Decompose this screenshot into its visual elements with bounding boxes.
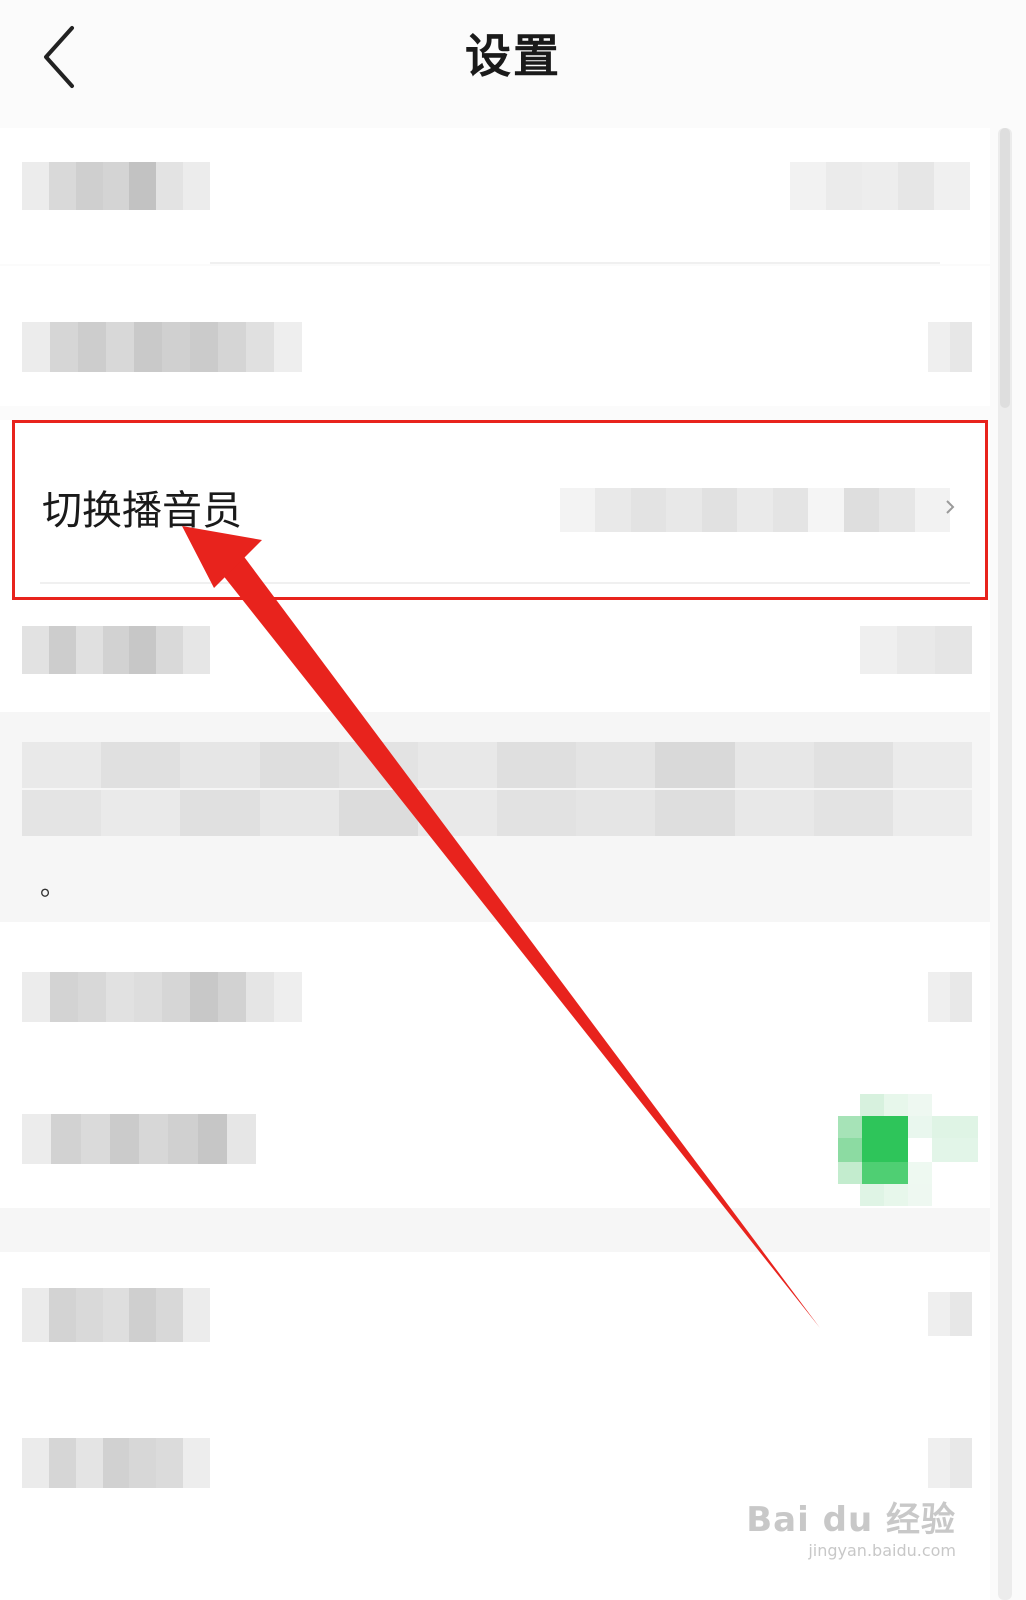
blurred-arrow — [928, 1438, 972, 1488]
blurred-description-line — [22, 790, 973, 836]
page-title: 设置 — [465, 29, 561, 83]
switch-announcer-label: 切换播音员 — [42, 488, 242, 534]
blurred-label — [22, 1114, 256, 1164]
chevron-right-icon — [946, 500, 955, 514]
scrollbar-thumb[interactable] — [1000, 128, 1010, 408]
blurred-value — [860, 626, 972, 674]
blurred-arrow — [928, 972, 972, 1022]
blurred-label — [22, 162, 211, 210]
scrollbar[interactable] — [998, 128, 1012, 1600]
blurred-label — [22, 1288, 211, 1342]
row-divider — [210, 262, 940, 264]
settings-description — [0, 712, 990, 922]
blurred-announcer-value — [560, 488, 950, 532]
toggle-switch[interactable] — [838, 1094, 978, 1206]
toggle-on-icon — [838, 1094, 978, 1206]
settings-row-4[interactable] — [0, 600, 990, 712]
blurred-value — [790, 162, 970, 210]
settings-row-2[interactable] — [0, 266, 990, 406]
settings-row-7[interactable] — [0, 1252, 990, 1396]
row-divider — [40, 582, 970, 584]
blurred-label — [22, 972, 302, 1022]
blurred-description-line — [22, 742, 973, 788]
blurred-arrow — [928, 1292, 972, 1336]
blurred-arrow — [928, 322, 972, 372]
top-bar: 设置 — [0, 0, 1026, 110]
blurred-label — [22, 322, 302, 372]
watermark: Bai du 经验 jingyan.baidu.com — [746, 1492, 956, 1560]
watermark-brand: Bai du 经验 — [746, 1500, 956, 1540]
section-gap — [0, 1208, 990, 1252]
watermark-url: jingyan.baidu.com — [808, 1541, 956, 1560]
description-end: 。 — [40, 872, 67, 902]
blurred-label — [22, 626, 211, 674]
settings-row-5[interactable] — [0, 922, 990, 1068]
blurred-label — [22, 1438, 211, 1488]
settings-row-1[interactable] — [0, 128, 990, 264]
